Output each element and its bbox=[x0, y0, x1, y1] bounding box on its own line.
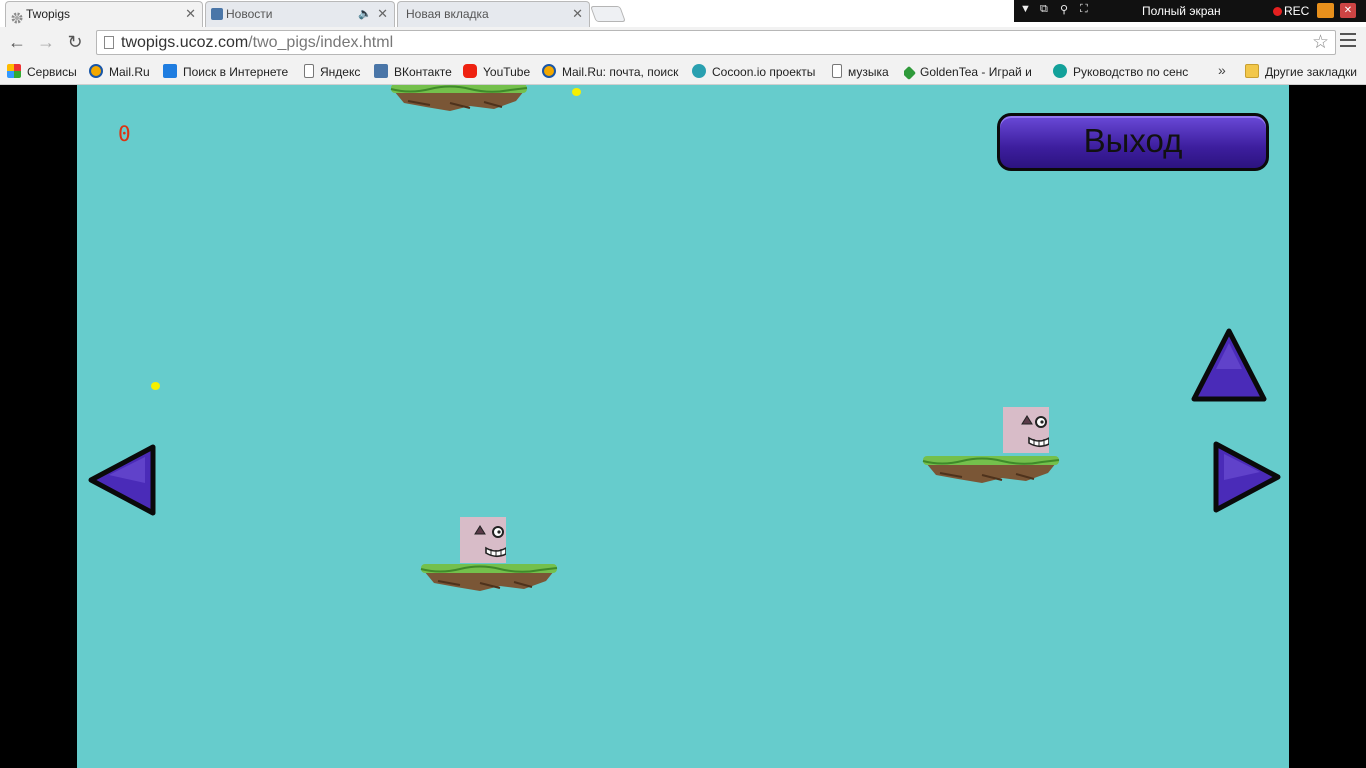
bookmark-yandex[interactable]: Яндекс bbox=[304, 63, 360, 81]
bookmark-label: YouTube bbox=[483, 65, 531, 79]
back-icon[interactable]: ← bbox=[5, 31, 29, 55]
score-counter: 0 bbox=[118, 122, 131, 146]
window-icon[interactable]: ⧉ bbox=[1040, 3, 1048, 16]
fullscreen-label[interactable]: Полный экран bbox=[1142, 4, 1221, 18]
gear-icon bbox=[11, 8, 23, 24]
move-left-button[interactable] bbox=[87, 443, 159, 517]
bookmark-guide[interactable]: Руководство по сенс bbox=[1053, 63, 1193, 81]
floating-platform bbox=[420, 564, 558, 591]
bookmarks-bar: Сервисы Mail.Ru Поиск в Интернете Яндекс… bbox=[0, 58, 1366, 85]
coin bbox=[151, 382, 160, 390]
camera-icon[interactable] bbox=[1317, 3, 1334, 18]
mailru-icon bbox=[89, 64, 103, 78]
url-host: twopigs.ucoz.com bbox=[121, 34, 249, 51]
rec-label[interactable]: REC bbox=[1284, 4, 1309, 18]
close-icon[interactable]: ✕ bbox=[377, 2, 388, 26]
page-icon bbox=[832, 64, 842, 78]
url-text[interactable]: twopigs.ucoz.com/two_pigs/index.html bbox=[121, 34, 393, 52]
jump-up-button[interactable] bbox=[1190, 327, 1268, 403]
bookmark-label: Сервисы bbox=[27, 65, 77, 79]
floating-platform bbox=[390, 85, 528, 111]
crop-icon[interactable]: ⛶ bbox=[1080, 3, 1088, 16]
tab-news[interactable]: Новости 🔈 ✕ bbox=[205, 1, 395, 27]
youtube-icon bbox=[463, 64, 477, 78]
close-icon[interactable]: ✕ bbox=[1340, 3, 1356, 18]
guide-icon bbox=[1053, 64, 1067, 78]
bookmark-label: ВКонтакте bbox=[394, 65, 452, 79]
floating-platform bbox=[922, 456, 1060, 483]
pig-player bbox=[460, 517, 506, 563]
page-icon bbox=[104, 36, 114, 49]
new-tab-button[interactable] bbox=[590, 6, 626, 22]
address-bar[interactable]: twopigs.ucoz.com/two_pigs/index.html ☆ bbox=[96, 30, 1336, 55]
coin bbox=[572, 88, 581, 96]
url-path: /two_pigs/index.html bbox=[248, 34, 394, 51]
recorder-bar: ▼ ⧉ ⚲ ⛶ Полный экран REC ✕ bbox=[1014, 0, 1366, 22]
apps-icon bbox=[7, 64, 21, 78]
search-icon bbox=[163, 64, 177, 78]
tab-title: Новая вкладка bbox=[406, 7, 489, 21]
bookmark-mailru[interactable]: Mail.Ru bbox=[89, 63, 150, 81]
folder-icon bbox=[1245, 64, 1259, 78]
dropdown-icon[interactable]: ▼ bbox=[1020, 3, 1031, 15]
bookmark-label: GoldenTea - Играй и bbox=[920, 65, 1032, 79]
bookmark-label: музыка bbox=[848, 65, 889, 79]
tab-new[interactable]: Новая вкладка ✕ bbox=[397, 1, 590, 27]
bookmark-label: Cocoon.io проекты bbox=[712, 65, 816, 79]
browser-toolbar: ← → ↻ twopigs.ucoz.com/two_pigs/index.ht… bbox=[0, 27, 1366, 58]
bookmark-music[interactable]: музыка bbox=[832, 63, 889, 81]
close-icon[interactable]: ✕ bbox=[185, 2, 196, 26]
zoom-icon[interactable]: ⚲ bbox=[1060, 3, 1068, 16]
pig-player bbox=[1003, 407, 1049, 453]
bookmark-label: Mail.Ru bbox=[109, 65, 150, 79]
exit-button[interactable]: Выход bbox=[997, 113, 1269, 171]
mailru-icon bbox=[542, 64, 556, 78]
bookmark-label: Яндекс bbox=[320, 65, 361, 79]
game-canvas[interactable]: 0 Выход bbox=[77, 85, 1289, 768]
bookmarks-overflow-button[interactable]: » bbox=[1218, 62, 1226, 78]
bookmark-search[interactable]: Поиск в Интернете bbox=[163, 63, 288, 81]
goldentea-icon bbox=[904, 65, 917, 81]
star-icon[interactable]: ☆ bbox=[1312, 31, 1329, 54]
cocoon-icon bbox=[692, 64, 706, 78]
record-dot-icon bbox=[1273, 7, 1282, 16]
bookmark-youtube[interactable]: YouTube bbox=[463, 63, 530, 81]
bookmark-vk[interactable]: ВКонтакте bbox=[374, 63, 452, 81]
bookmark-label: Другие закладки bbox=[1265, 65, 1357, 79]
vk-icon bbox=[374, 64, 388, 78]
bookmark-label: Поиск в Интернете bbox=[183, 65, 289, 79]
menu-icon[interactable] bbox=[1340, 33, 1356, 51]
page-icon bbox=[304, 64, 314, 78]
tab-twopigs[interactable]: Twopigs ✕ bbox=[5, 1, 203, 27]
tab-title: Новости bbox=[226, 7, 273, 21]
forward-icon[interactable]: → bbox=[34, 31, 58, 55]
reload-icon[interactable]: ↻ bbox=[63, 31, 87, 55]
news-icon bbox=[211, 8, 223, 20]
bookmark-mailru-mail[interactable]: Mail.Ru: почта, поиск bbox=[542, 63, 682, 81]
close-icon[interactable]: ✕ bbox=[572, 2, 583, 26]
tab-title: Twopigs bbox=[26, 7, 71, 21]
bookmark-cocoon[interactable]: Cocoon.io проекты bbox=[692, 63, 815, 81]
bookmark-goldentea[interactable]: GoldenTea - Играй и bbox=[904, 63, 1040, 81]
move-right-button[interactable] bbox=[1210, 440, 1282, 514]
speaker-icon[interactable]: 🔈 bbox=[358, 2, 372, 26]
bookmark-other[interactable]: Другие закладки bbox=[1245, 63, 1357, 81]
page-viewport: 0 Выход bbox=[0, 85, 1366, 768]
bookmark-label: Mail.Ru: почта, поиск bbox=[562, 65, 679, 79]
bookmark-label: Руководство по сенс bbox=[1073, 65, 1189, 79]
bookmark-services[interactable]: Сервисы bbox=[7, 63, 77, 81]
